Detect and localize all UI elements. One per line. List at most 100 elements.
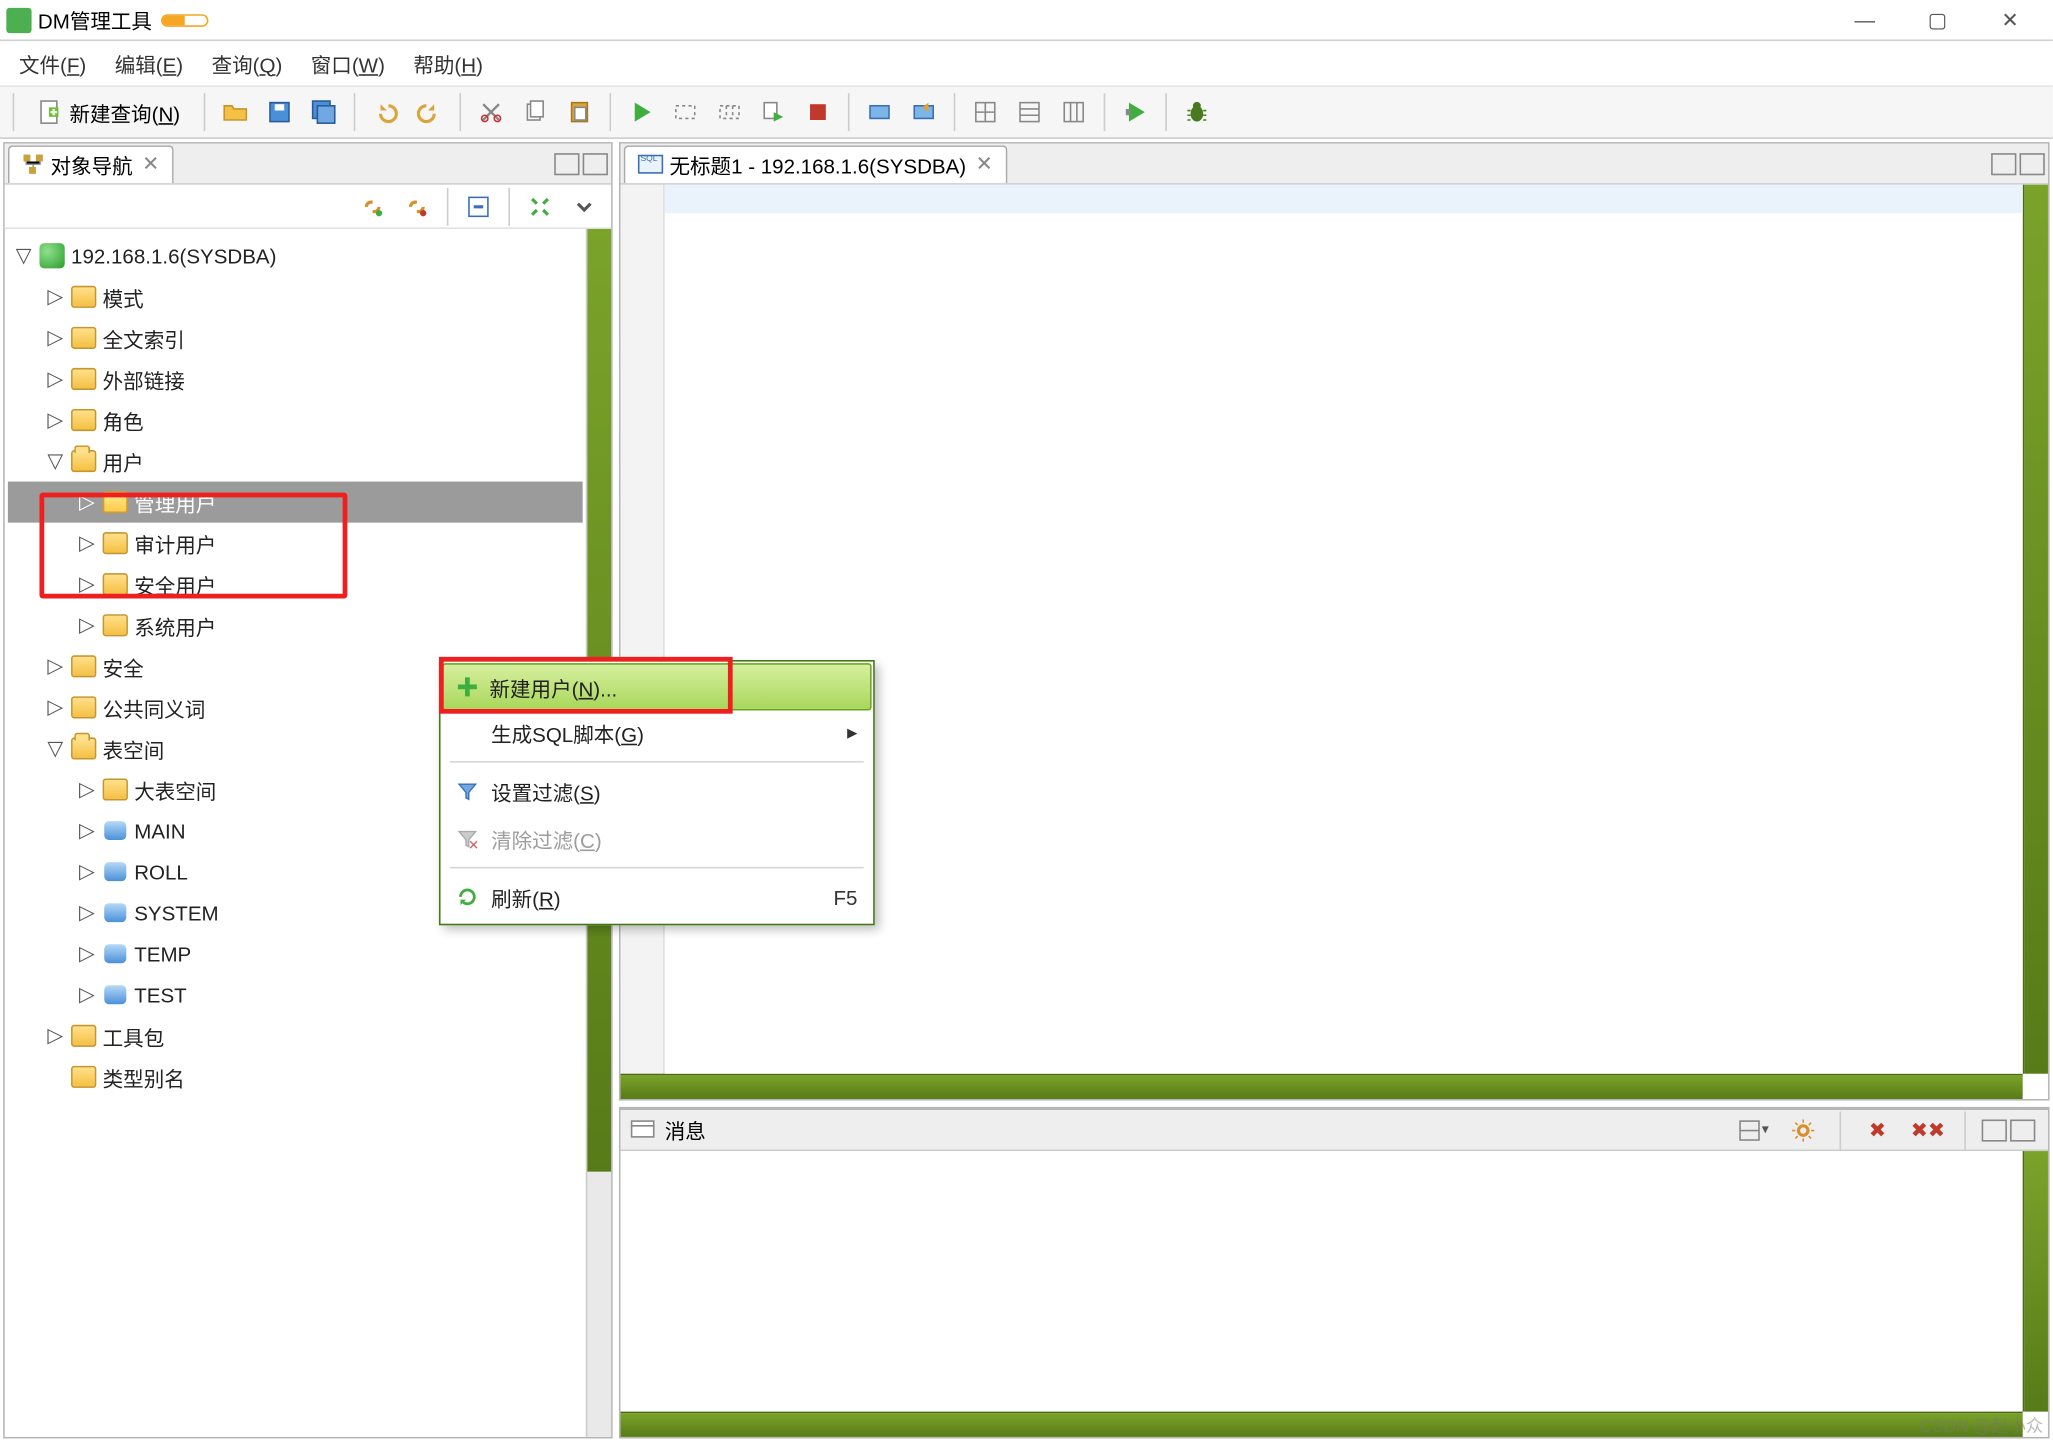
collapse-all-button[interactable] bbox=[458, 186, 499, 227]
tree-label: 全文索引 bbox=[103, 323, 185, 353]
grid3-button[interactable] bbox=[1053, 92, 1094, 133]
save-button[interactable] bbox=[259, 92, 300, 133]
tree-item-role[interactable]: ▷角色 bbox=[8, 399, 583, 440]
ctx-new-user[interactable]: 新建用户(N)... bbox=[442, 663, 871, 710]
nav-menu-button[interactable] bbox=[564, 186, 605, 227]
save-all-button[interactable] bbox=[303, 92, 344, 133]
minimize-button[interactable]: — bbox=[1828, 1, 1901, 39]
execute-explain-button[interactable] bbox=[709, 92, 750, 133]
tree-item-mgmt-user[interactable]: ▷管理用户 bbox=[8, 482, 583, 523]
grid2-button[interactable] bbox=[1009, 92, 1050, 133]
copy-icon bbox=[523, 99, 548, 124]
folder-icon bbox=[71, 1025, 96, 1047]
menu-edit[interactable]: 编辑(E) bbox=[102, 42, 196, 85]
tree-label: 类型别名 bbox=[103, 1062, 185, 1092]
editor-text-area[interactable] bbox=[665, 185, 2023, 1074]
tree-item-fulltext[interactable]: ▷全文索引 bbox=[8, 317, 583, 358]
unlink-button[interactable] bbox=[396, 186, 437, 227]
menu-window[interactable]: 窗口(W) bbox=[298, 42, 397, 85]
commit-button[interactable] bbox=[859, 92, 900, 133]
tree-root[interactable]: ▽192.168.1.6(SYSDBA) bbox=[8, 235, 583, 276]
tree-label: 外部链接 bbox=[103, 364, 185, 394]
paste-icon bbox=[567, 99, 592, 124]
menu-query[interactable]: 查询(Q) bbox=[199, 42, 295, 85]
tree-item-audit-user[interactable]: ▷审计用户 bbox=[8, 523, 583, 564]
msg-settings-button[interactable] bbox=[1783, 1109, 1824, 1150]
execute-step-button[interactable] bbox=[665, 92, 706, 133]
message-icon bbox=[630, 1119, 655, 1141]
close-button[interactable]: ✕ bbox=[1974, 1, 2047, 39]
paste-button[interactable] bbox=[559, 92, 600, 133]
msg-vscrollbar[interactable] bbox=[2023, 1151, 2048, 1412]
tree-item-sec-user[interactable]: ▷安全用户 bbox=[8, 564, 583, 605]
cut-button[interactable] bbox=[471, 92, 512, 133]
plus-icon bbox=[453, 674, 481, 699]
editor-vscrollbar[interactable] bbox=[2023, 185, 2048, 1074]
editor-tab[interactable]: 无标题1 - 192.168.1.6(SYSDBA) ✕ bbox=[624, 144, 1007, 182]
new-query-button[interactable]: 新建查询(N) bbox=[24, 92, 195, 133]
tree-item-type-alias[interactable]: ▷类型别名 bbox=[8, 1056, 583, 1097]
msg-clear-all-button[interactable]: ✖✖ bbox=[1907, 1109, 1948, 1150]
layout-icon bbox=[1736, 1117, 1761, 1142]
expand-all-button[interactable] bbox=[519, 186, 560, 227]
menu-help[interactable]: 帮助(H) bbox=[401, 42, 496, 85]
tree-label: 模式 bbox=[103, 282, 144, 312]
play-icon bbox=[629, 99, 654, 124]
tablespace-icon bbox=[103, 941, 128, 966]
folder-icon bbox=[71, 286, 96, 308]
msg-hscrollbar[interactable] bbox=[621, 1412, 2023, 1437]
pane-maximize-icon[interactable] bbox=[583, 152, 608, 174]
tree-label: 系统用户 bbox=[134, 610, 216, 640]
refresh-icon bbox=[453, 886, 481, 908]
ctx-set-filter[interactable]: 设置过滤(S) bbox=[444, 767, 870, 814]
rollback-button[interactable] bbox=[903, 92, 944, 133]
editor-hscrollbar[interactable] bbox=[621, 1074, 2023, 1099]
nav-tab[interactable]: 对象导航 ✕ bbox=[8, 144, 174, 182]
editor-gutter bbox=[621, 185, 665, 1074]
rollback-icon bbox=[911, 99, 936, 124]
save-icon bbox=[267, 99, 292, 124]
filter-clear-icon bbox=[453, 827, 481, 849]
link-button[interactable] bbox=[352, 186, 393, 227]
editor-tab-close-icon[interactable]: ✕ bbox=[976, 152, 993, 177]
ctx-gen-sql[interactable]: 生成SQL脚本(G) ▸ bbox=[444, 709, 870, 756]
debug-start-button[interactable] bbox=[1115, 92, 1156, 133]
nav-tab-close-icon[interactable]: ✕ bbox=[142, 152, 159, 177]
tree-label: 192.168.1.6(SYSDBA) bbox=[71, 244, 276, 268]
copy-button[interactable] bbox=[515, 92, 556, 133]
pane-minimize-icon[interactable] bbox=[554, 152, 579, 174]
tree-label: 表空间 bbox=[103, 733, 165, 763]
pane-minimize-icon[interactable] bbox=[1982, 1119, 2007, 1141]
folder-icon bbox=[71, 696, 96, 718]
msg-clear-button[interactable]: ✖ bbox=[1857, 1109, 1898, 1150]
open-button[interactable] bbox=[215, 92, 256, 133]
grid1-button[interactable] bbox=[965, 92, 1006, 133]
tablespace-icon bbox=[103, 982, 128, 1007]
tree-item-test[interactable]: ▷TEST bbox=[8, 974, 583, 1015]
pane-minimize-icon[interactable] bbox=[1991, 152, 2016, 174]
nav-tab-label: 对象导航 bbox=[51, 149, 133, 179]
brand-accent bbox=[161, 13, 208, 26]
tree-item-user[interactable]: ▽用户 bbox=[8, 441, 583, 482]
tree-item-extlink[interactable]: ▷外部链接 bbox=[8, 358, 583, 399]
tree-item-toolkit[interactable]: ▷工具包 bbox=[8, 1015, 583, 1056]
execute-button[interactable] bbox=[621, 92, 662, 133]
tree-item-sys-user[interactable]: ▷系统用户 bbox=[8, 605, 583, 646]
tree-item-schema[interactable]: ▷模式 bbox=[8, 276, 583, 317]
sql-editor[interactable] bbox=[621, 185, 2048, 1074]
folder-icon bbox=[71, 327, 96, 349]
msg-layout-button[interactable]: ▾ bbox=[1732, 1109, 1773, 1150]
undo-button[interactable] bbox=[365, 92, 406, 133]
pane-maximize-icon[interactable] bbox=[2020, 152, 2045, 174]
ctx-refresh[interactable]: 刷新(R) F5 bbox=[444, 873, 870, 920]
menu-file[interactable]: 文件(F) bbox=[6, 42, 99, 85]
stop-button[interactable] bbox=[798, 92, 839, 133]
maximize-button[interactable]: ▢ bbox=[1901, 1, 1974, 39]
pane-maximize-icon[interactable] bbox=[2010, 1119, 2035, 1141]
document-plus-icon bbox=[38, 99, 63, 124]
execute-script-button[interactable] bbox=[753, 92, 794, 133]
link-icon bbox=[360, 193, 385, 218]
redo-button[interactable] bbox=[409, 92, 450, 133]
tree-item-temp[interactable]: ▷TEMP bbox=[8, 933, 583, 974]
debug-button[interactable] bbox=[1176, 92, 1217, 133]
